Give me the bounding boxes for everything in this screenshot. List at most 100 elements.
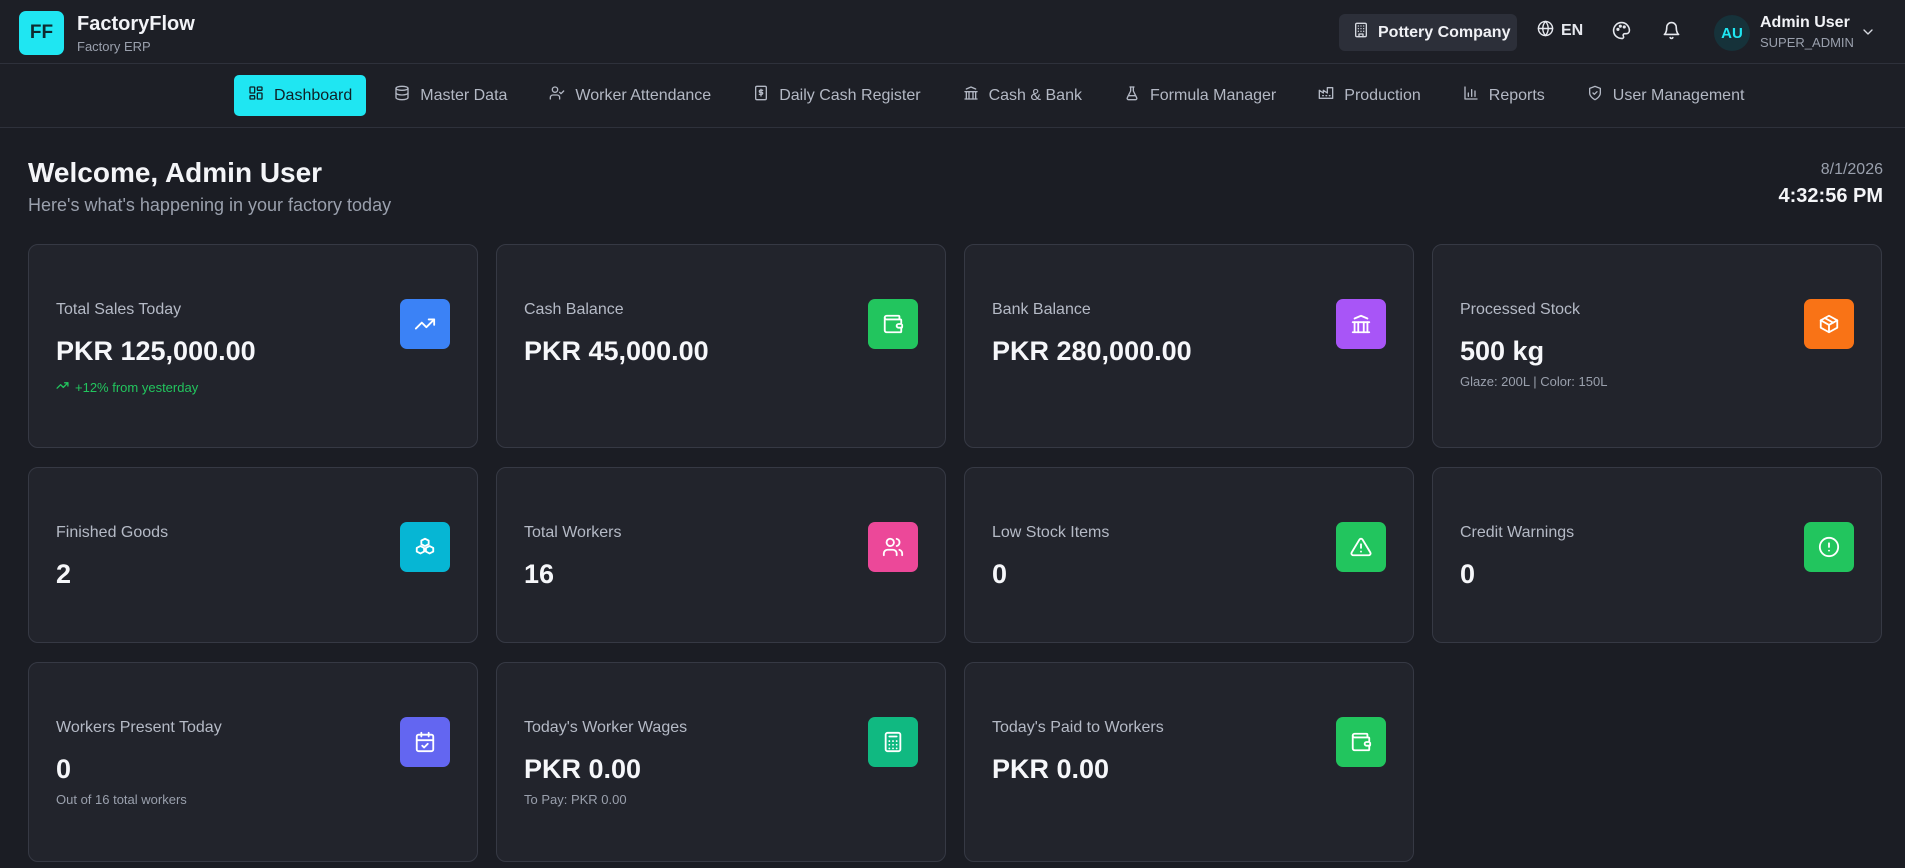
card-workers-present[interactable]: Workers Present Today 0 Out of 16 total …	[28, 662, 478, 862]
card-label: Bank Balance	[992, 301, 1091, 318]
card-value: 0	[56, 754, 72, 784]
nav-item-label: Cash & Bank	[988, 86, 1082, 104]
card-bank-balance[interactable]: Bank Balance PKR 280,000.00	[964, 244, 1414, 448]
welcome-section: Welcome, Admin User Here's what's happen…	[28, 157, 391, 216]
card-value: PKR 45,000.00	[524, 336, 709, 366]
nav-item-label: Formula Manager	[1149, 86, 1277, 104]
nav-item-label: Worker Attendance	[575, 86, 712, 104]
page-title: Welcome, Admin User	[28, 157, 323, 188]
card-value: 0	[1460, 559, 1476, 589]
brand-subtitle: Factory ERP	[77, 39, 151, 54]
language-selector[interactable]: EN	[1537, 20, 1583, 42]
page-subtitle: Here's what's happening in your factory …	[28, 195, 392, 215]
current-date: 8/1/2026	[1820, 161, 1883, 178]
boxes-icon	[400, 522, 450, 572]
user-role: SUPER_ADMIN	[1760, 35, 1854, 50]
nav-item-dashboard[interactable]: Dashboard	[234, 75, 367, 116]
wallet-icon	[868, 299, 918, 349]
card-label: Today's Paid to Workers	[992, 719, 1164, 736]
nav-item-cash-bank[interactable]: Cash & Bank	[949, 75, 1096, 116]
bell-icon[interactable]	[1662, 21, 1681, 45]
card-label: Workers Present Today	[56, 719, 222, 736]
users-icon	[868, 522, 918, 572]
nav-item-label: Reports	[1488, 86, 1545, 104]
nav-item-worker-attendance[interactable]: Worker Attendance	[535, 75, 725, 116]
factory-icon	[1318, 85, 1334, 106]
brand-name: FactoryFlow	[77, 13, 195, 35]
card-value: PKR 280,000.00	[992, 336, 1192, 366]
globe-icon	[1537, 20, 1554, 42]
bank-icon	[963, 85, 979, 106]
nav-item-user-management[interactable]: User Management	[1573, 75, 1759, 116]
nav-item-label: Master Data	[420, 86, 508, 104]
card-label: Cash Balance	[524, 301, 624, 318]
card-sub: Glaze: 200L | Color: 150L	[1460, 374, 1608, 389]
bank-icon	[1336, 299, 1386, 349]
calculator-icon	[868, 717, 918, 767]
card-label: Finished Goods	[56, 524, 169, 541]
nav-item-label: Production	[1344, 86, 1421, 104]
nav-item-label: User Management	[1612, 86, 1745, 104]
bar-chart-icon	[1463, 85, 1479, 106]
alert-circle-icon	[1804, 522, 1854, 572]
calendar-check-icon	[400, 717, 450, 767]
card-total-workers[interactable]: Total Workers 16	[496, 467, 946, 643]
company-name: Pottery Company	[1378, 23, 1511, 41]
shield-check-icon	[1587, 85, 1603, 106]
card-finished-goods[interactable]: Finished Goods 2	[28, 467, 478, 643]
nav-item-daily-cash-register[interactable]: Daily Cash Register	[739, 75, 934, 116]
brand: FactoryFlow Factory ERP	[77, 13, 195, 54]
nav-item-master-data[interactable]: Master Data	[380, 75, 521, 116]
card-label: Today's Worker Wages	[524, 719, 688, 736]
language-code: EN	[1561, 22, 1584, 39]
card-value: 500 kg	[1460, 336, 1545, 366]
trending-up-icon	[400, 299, 450, 349]
box-icon	[1804, 299, 1854, 349]
database-icon	[394, 85, 410, 106]
user-check-icon	[549, 85, 565, 106]
nav-item-label: Dashboard	[274, 86, 353, 104]
card-sub: +12% from yesterday	[75, 379, 199, 395]
user-menu[interactable]: Admin User SUPER_ADMIN	[1760, 14, 1854, 50]
wallet-icon	[1336, 717, 1386, 767]
card-label: Processed Stock	[1460, 301, 1581, 318]
card-sub: To Pay: PKR 0.00	[524, 792, 627, 807]
avatar[interactable]: AU	[1714, 15, 1750, 51]
flask-icon	[1124, 85, 1140, 106]
card-credit-warnings[interactable]: Credit Warnings 0	[1432, 467, 1882, 643]
card-value: 0	[992, 559, 1008, 589]
nav-item-production[interactable]: Production	[1304, 75, 1435, 116]
card-total-sales[interactable]: Total Sales Today PKR 125,000.00 +12% fr…	[28, 244, 478, 448]
card-trend: +12% from yesterday	[56, 379, 198, 395]
user-name: Admin User	[1760, 14, 1850, 31]
card-paid-to-workers[interactable]: Today's Paid to Workers PKR 0.00	[964, 662, 1414, 862]
card-label: Low Stock Items	[992, 524, 1110, 541]
card-label: Total Workers	[524, 524, 622, 541]
card-low-stock[interactable]: Low Stock Items 0	[964, 467, 1414, 643]
alert-triangle-icon	[1336, 522, 1386, 572]
palette-icon[interactable]	[1612, 21, 1631, 45]
nav-item-formula-manager[interactable]: Formula Manager	[1110, 75, 1290, 116]
current-time: 4:32:56 PM	[1778, 185, 1884, 207]
app-logo[interactable]: FF	[19, 11, 64, 55]
nav-item-label: Daily Cash Register	[779, 86, 921, 104]
card-label: Credit Warnings	[1460, 524, 1575, 541]
card-processed-stock[interactable]: Processed Stock 500 kg Glaze: 200L | Col…	[1432, 244, 1882, 448]
dashboard-icon	[248, 85, 264, 106]
datetime: 8/1/2026 4:32:56 PM	[1779, 161, 1884, 208]
company-selector[interactable]: Pottery Company	[1339, 14, 1517, 51]
card-worker-wages[interactable]: Today's Worker Wages PKR 0.00 To Pay: PK…	[496, 662, 946, 862]
card-sub: Out of 16 total workers	[56, 792, 187, 807]
trending-up-icon	[56, 379, 69, 395]
nav-item-reports[interactable]: Reports	[1449, 75, 1559, 116]
card-value: PKR 0.00	[524, 754, 642, 784]
main-nav: Dashboard Master Data Worker Attendance …	[0, 64, 1905, 128]
card-value: PKR 125,000.00	[56, 336, 256, 366]
card-value: 2	[56, 559, 72, 589]
building-icon	[1353, 22, 1369, 43]
card-value: 16	[524, 559, 555, 589]
chevron-down-icon[interactable]	[1860, 24, 1876, 45]
receipt-dollar-icon	[753, 85, 769, 106]
card-cash-balance[interactable]: Cash Balance PKR 45,000.00	[496, 244, 946, 448]
card-label: Total Sales Today	[56, 301, 182, 318]
